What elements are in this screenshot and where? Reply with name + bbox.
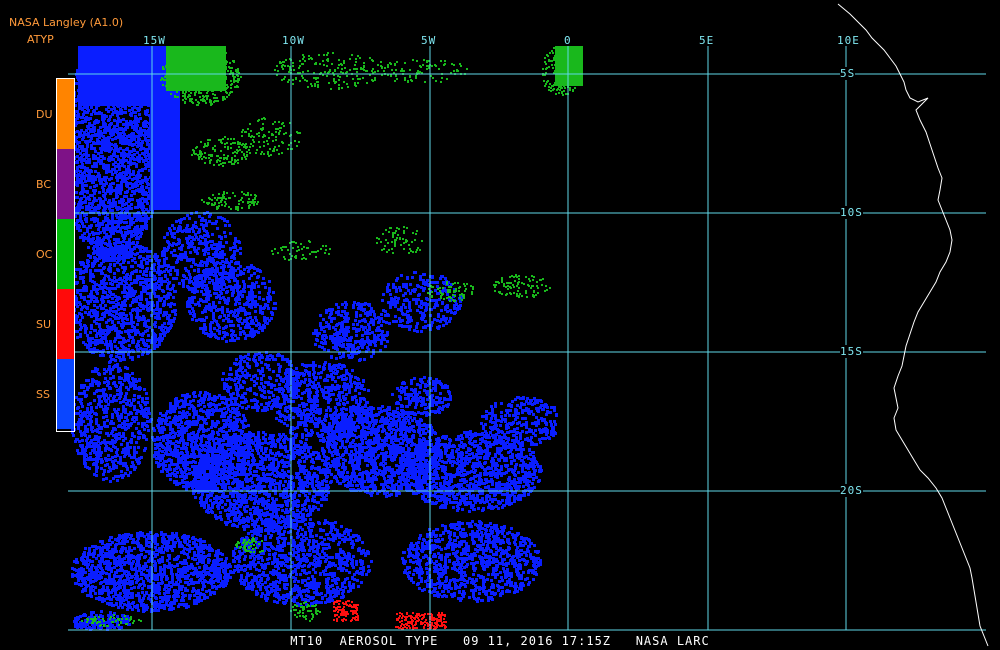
legend-swatch-oc [57, 219, 74, 289]
legend-label-bc: BC [36, 178, 52, 191]
product-code: ATYP [27, 33, 54, 46]
aerosol-map [68, 3, 989, 647]
longitude-label: 5E [699, 34, 715, 47]
latitude-label: 5S [840, 67, 856, 80]
longitude-label: 10W [282, 34, 305, 47]
longitude-label: 15W [143, 34, 166, 47]
legend-label-du: DU [36, 108, 53, 121]
latitude-label: 15S [840, 345, 863, 358]
longitude-label: 10E [837, 34, 860, 47]
legend-swatch-ss [57, 359, 74, 429]
aerosol-type-legend [56, 78, 75, 432]
legend-label-ss: SS [36, 388, 50, 401]
legend-swatch-su [57, 289, 74, 359]
legend-label-oc: OC [36, 248, 53, 261]
legend-swatch-du [57, 79, 74, 149]
latitude-label: 20S [840, 484, 863, 497]
data-source-title: NASA Langley (A1.0) [9, 16, 124, 29]
footer-caption: MT10 AEROSOL TYPE 09 11, 2016 17:15Z NAS… [290, 634, 710, 648]
latitude-label: 10S [840, 206, 863, 219]
sea-salt-aerosol-area [68, 46, 558, 631]
longitude-label: 0 [564, 34, 572, 47]
legend-label-su: SU [36, 318, 52, 331]
legend-swatch-bc [57, 149, 74, 219]
coastline [837, 3, 989, 647]
longitude-label: 5W [421, 34, 437, 47]
